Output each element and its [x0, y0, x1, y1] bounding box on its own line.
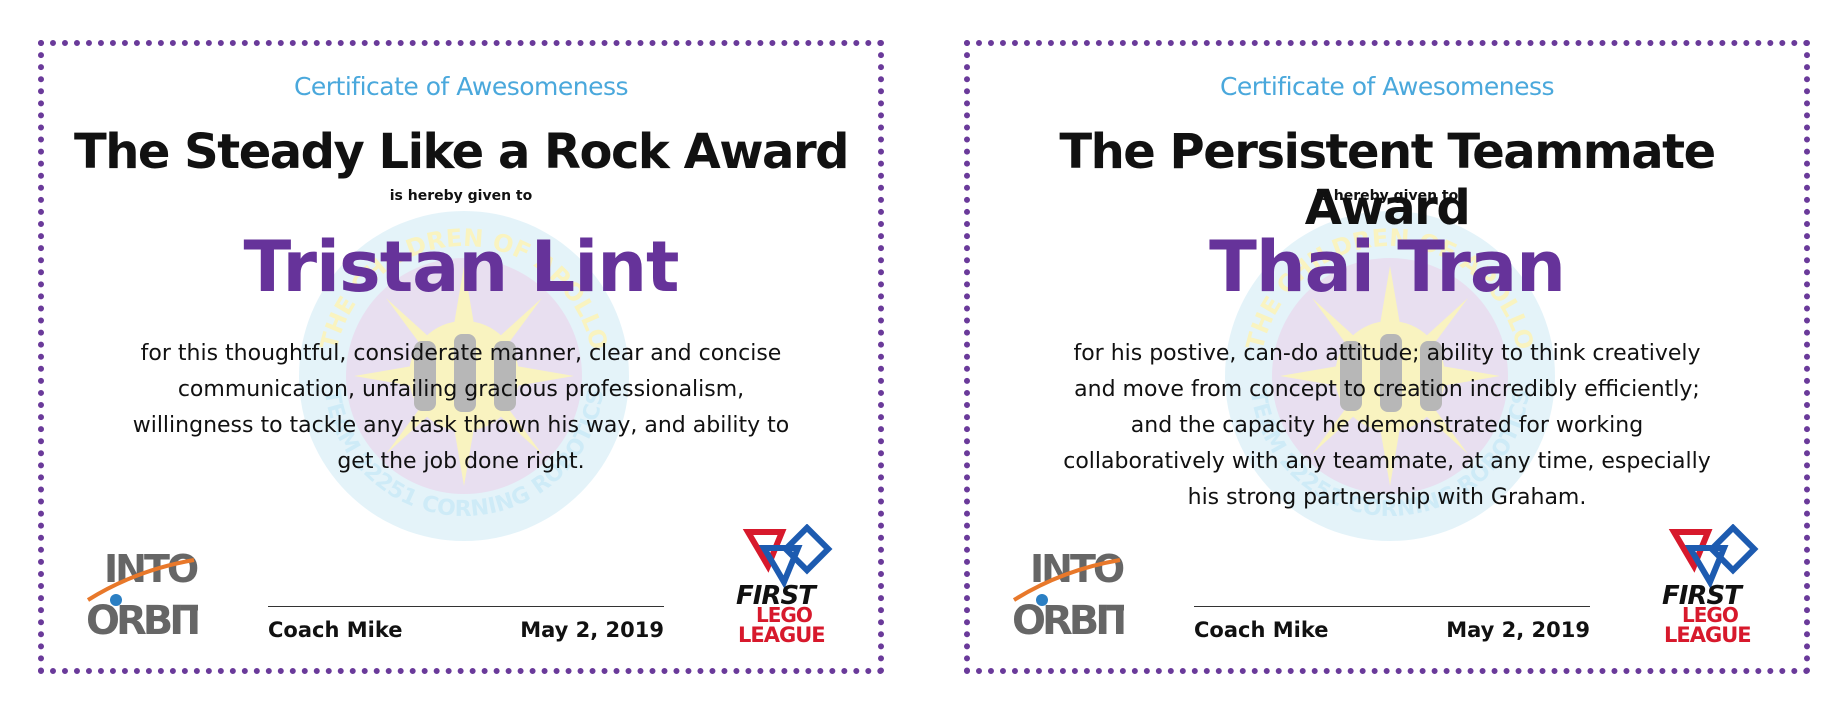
certificate-left: THE CHILDREN OF APOLLO TEAM 22251 CORNIN… — [38, 40, 884, 674]
given-to-text: is hereby given to — [389, 188, 533, 204]
award-date: May 2, 2019 — [1446, 618, 1590, 642]
award-title: The Steady Like a Rock Award — [74, 124, 849, 180]
signer-name: Coach Mike — [1194, 618, 1329, 642]
award-reason: for this thoughtful, considerate manner,… — [132, 341, 790, 474]
fll-line3: LEAGUE — [1664, 623, 1751, 644]
given-to-text: is hereby given to — [1315, 188, 1459, 204]
award-title: The Persistent Teammate Award — [1059, 124, 1716, 236]
orbit-line2: ORBIT — [1012, 598, 1124, 640]
signature-line — [268, 606, 664, 607]
signature-line — [1194, 606, 1590, 607]
award-reason: for his postive, can-do attitude; abilit… — [1063, 341, 1711, 510]
recipient-name: Tristan Lint — [243, 226, 679, 308]
into-orbit-logo: INTO ORBIT — [86, 547, 198, 640]
first-lego-league-logo: FIRST LEGO LEAGUE — [1662, 524, 1759, 644]
certificate-subtitle: Certificate of Awesomeness — [293, 72, 629, 101]
recipient-name: Thai Tran — [1209, 226, 1566, 308]
fll-line3: LEAGUE — [738, 623, 825, 644]
into-orbit-logo: INTO ORBIT — [1012, 547, 1124, 640]
first-lego-league-logo: FIRST LEGO LEAGUE — [736, 524, 833, 644]
certificate-subtitle: Certificate of Awesomeness — [1219, 72, 1555, 101]
orbit-line2: ORBIT — [86, 598, 198, 640]
award-date: May 2, 2019 — [520, 618, 664, 642]
certificate-right: THE CHILDREN OF APOLLO TEAM 22251 CORNIN… — [964, 40, 1810, 674]
signer-name: Coach Mike — [268, 618, 403, 642]
